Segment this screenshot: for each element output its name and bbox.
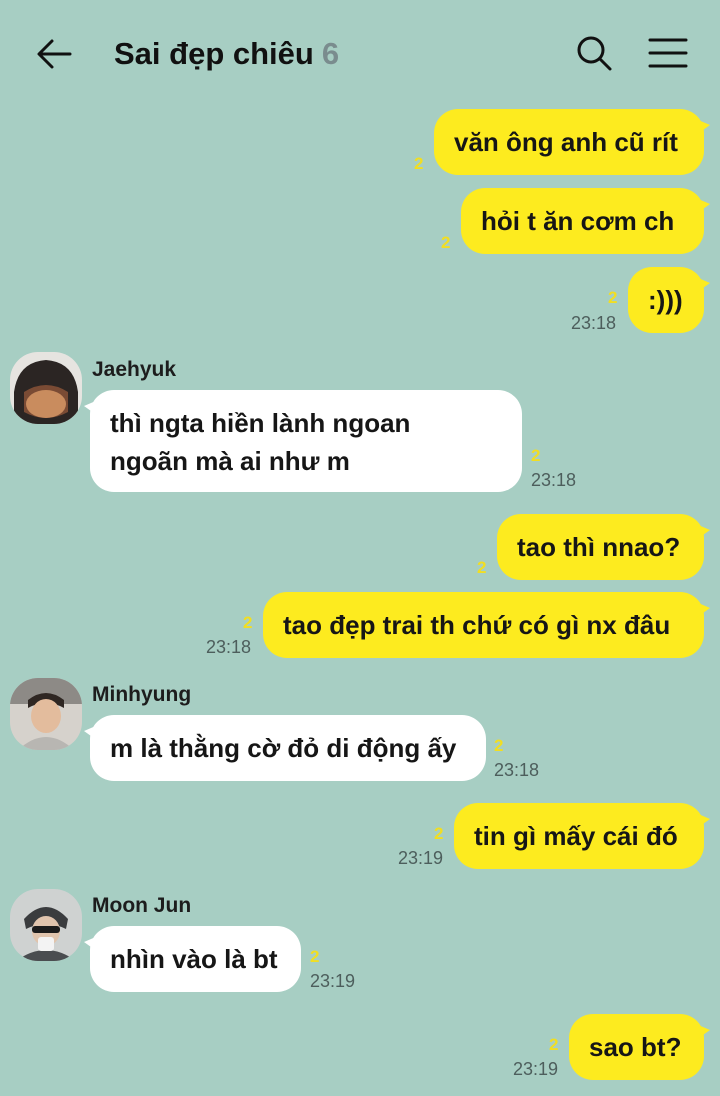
message-text: sao bt?	[589, 1032, 682, 1062]
their-message-bubble[interactable]: thì ngta hiền lành ngoan ngoãn mà ai như…	[84, 390, 522, 492]
message-timestamp: 23:18	[531, 470, 577, 490]
search-icon[interactable]	[574, 33, 614, 73]
unread-count: 2	[549, 1035, 559, 1054]
my-message-bubble[interactable]: hỏi t ăn cơm ch	[461, 188, 710, 254]
chat-title-text: Sai đẹp chiêu	[114, 36, 314, 71]
message-timestamp: 23:18	[494, 760, 540, 780]
unread-count: 2	[441, 233, 451, 252]
message-text: tao thì nnao?	[517, 532, 681, 562]
my-message-bubble[interactable]: sao bt?	[569, 1014, 710, 1080]
message-text-line: thì ngta hiền lành ngoan	[110, 408, 411, 438]
unread-count: 2	[310, 947, 320, 966]
avatar-image	[10, 889, 82, 961]
my-message-bubble[interactable]: tao đẹp trai th chứ có gì nx đâu	[263, 592, 710, 658]
unread-count: 2	[531, 446, 541, 465]
message-timestamp: 23:18	[206, 637, 252, 657]
message-text: tin gì mấy cái đó	[474, 821, 678, 851]
my-message-bubble[interactable]: tin gì mấy cái đó	[454, 803, 710, 869]
sender-name: Jaehyuk	[92, 358, 177, 381]
message-timestamp: 23:18	[571, 313, 617, 333]
unread-count: 2	[414, 154, 424, 173]
message-text: văn ông anh cũ rít	[454, 127, 678, 157]
my-message-bubble[interactable]: tao thì nnao?	[497, 514, 710, 580]
message-text-line: ngoãn mà ai như m	[110, 446, 350, 476]
message-text: :)))	[648, 285, 683, 315]
avatar-image	[10, 678, 82, 750]
chat-header: Sai đẹp chiêu 6	[0, 0, 720, 104]
unread-count: 2	[494, 736, 504, 755]
their-message-bubble[interactable]: nhìn vào là bt	[84, 926, 301, 992]
avatar-moon-jun[interactable]	[10, 889, 82, 961]
chat-title: Sai đẹp chiêu 6	[114, 34, 339, 74]
message-text: hỏi t ăn cơm ch	[481, 206, 675, 236]
message-text: tao đẹp trai th chứ có gì nx đâu	[283, 610, 671, 640]
unread-count: 2	[608, 288, 618, 307]
unread-count: 2	[434, 824, 444, 843]
message-timestamp: 23:19	[310, 971, 356, 991]
my-message-bubble[interactable]: văn ông anh cũ rít	[434, 109, 710, 175]
message-text: m là thằng cờ đỏ di động ấy	[110, 733, 457, 763]
avatar-jaehyuk[interactable]	[10, 352, 82, 424]
unread-count: 2	[477, 558, 487, 577]
avatar-minhyung[interactable]	[10, 678, 82, 750]
sender-name: Moon Jun	[92, 894, 192, 917]
message-timestamp: 23:19	[398, 848, 444, 868]
my-message-bubble[interactable]: :)))	[628, 267, 710, 333]
message-timestamp: 23:19	[513, 1059, 559, 1079]
avatar-image	[10, 352, 82, 424]
sender-name: Minhyung	[92, 683, 192, 706]
message-text: nhìn vào là bt	[110, 944, 278, 974]
hamburger-menu-icon[interactable]	[646, 35, 690, 71]
member-count: 6	[321, 36, 340, 71]
their-message-bubble[interactable]: m là thằng cờ đỏ di động ấy	[84, 715, 486, 781]
unread-count: 2	[243, 613, 253, 632]
back-arrow-icon[interactable]	[34, 34, 74, 74]
